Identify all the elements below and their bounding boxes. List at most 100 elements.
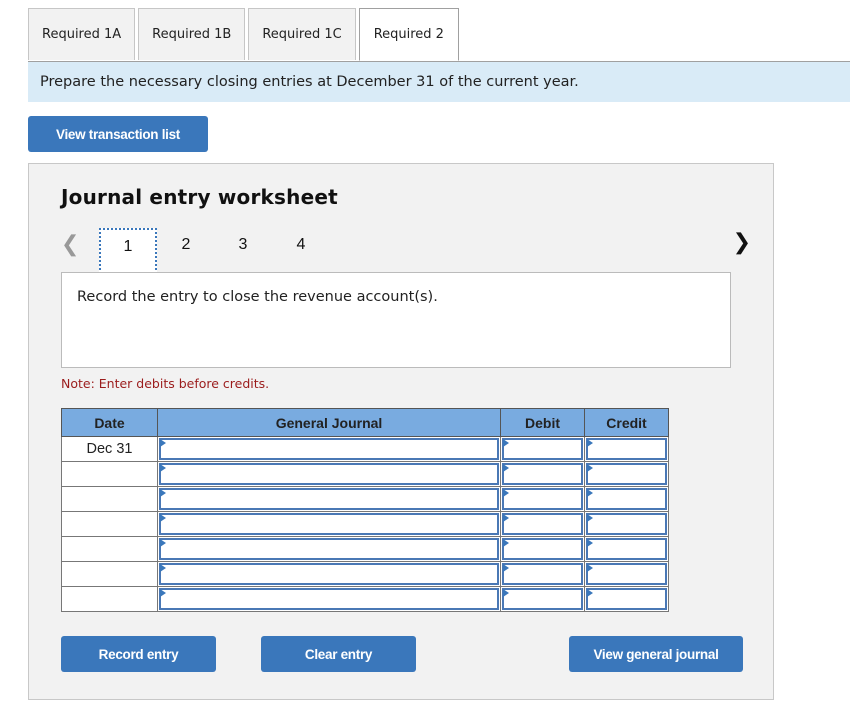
account-input[interactable] — [159, 438, 499, 460]
debit-cell — [500, 486, 585, 512]
debit-input[interactable] — [502, 438, 583, 460]
debit-input[interactable] — [502, 488, 583, 510]
debit-cell — [500, 561, 585, 587]
credit-input[interactable] — [586, 488, 667, 510]
debit-cell — [500, 511, 585, 537]
record-entry-button[interactable]: Record entry — [61, 636, 216, 672]
account-input[interactable] — [159, 588, 499, 610]
credit-cell — [584, 461, 669, 487]
credit-cell — [584, 436, 669, 462]
account-cell — [157, 486, 501, 512]
view-general-journal-button[interactable]: View general journal — [569, 636, 743, 672]
instruction-text: Prepare the necessary closing entries at… — [40, 74, 579, 90]
credit-input[interactable] — [586, 563, 667, 585]
account-input[interactable] — [159, 463, 499, 485]
account-cell — [157, 586, 501, 612]
dropdown-marker-icon — [160, 464, 166, 472]
instruction-banner: Prepare the necessary closing entries at… — [28, 62, 850, 102]
page-4[interactable]: 4 — [272, 228, 330, 274]
tab-required-2[interactable]: Required 2 — [358, 8, 459, 61]
tab-required-1a[interactable]: Required 1A — [28, 8, 136, 60]
dropdown-marker-icon — [587, 464, 593, 472]
dropdown-marker-icon — [503, 539, 509, 547]
date-cell: Dec 31 — [61, 436, 158, 462]
date-cell — [61, 486, 158, 512]
tab-required-1b[interactable]: Required 1B — [138, 8, 246, 60]
credit-input[interactable] — [586, 538, 667, 560]
dropdown-marker-icon — [160, 564, 166, 572]
credit-cell — [584, 486, 669, 512]
account-cell — [157, 536, 501, 562]
worksheet-title: Journal entry worksheet — [61, 185, 338, 209]
journal-table: Date General Journal Debit Credit Dec 31 — [61, 408, 669, 612]
page-2[interactable]: 2 — [157, 228, 215, 274]
journal-row — [61, 486, 669, 512]
dropdown-marker-icon — [503, 439, 509, 447]
credit-cell — [584, 536, 669, 562]
debit-input[interactable] — [502, 563, 583, 585]
view-transaction-list-button[interactable]: View transaction list — [28, 116, 208, 152]
entry-prompt: Record the entry to close the revenue ac… — [61, 272, 731, 368]
debit-input[interactable] — [502, 463, 583, 485]
journal-row — [61, 536, 669, 562]
dropdown-marker-icon — [503, 464, 509, 472]
dropdown-marker-icon — [587, 514, 593, 522]
page-1[interactable]: 1 — [99, 228, 157, 274]
account-cell — [157, 561, 501, 587]
journal-row: Dec 31 — [61, 436, 669, 462]
entry-prompt-text: Record the entry to close the revenue ac… — [77, 289, 438, 305]
chevron-left-icon[interactable]: ❮ — [61, 232, 79, 257]
chevron-right-icon[interactable]: ❯ — [733, 230, 751, 255]
dropdown-marker-icon — [160, 589, 166, 597]
header-general-journal: General Journal — [157, 408, 501, 437]
journal-row — [61, 461, 669, 487]
tab-required-1c[interactable]: Required 1C — [248, 8, 356, 60]
dropdown-marker-icon — [160, 514, 166, 522]
header-debit: Debit — [500, 408, 585, 437]
debit-input[interactable] — [502, 513, 583, 535]
account-input[interactable] — [159, 538, 499, 560]
dropdown-marker-icon — [503, 589, 509, 597]
debit-input[interactable] — [502, 588, 583, 610]
date-cell — [61, 536, 158, 562]
account-input[interactable] — [159, 563, 499, 585]
date-cell — [61, 561, 158, 587]
dropdown-marker-icon — [503, 489, 509, 497]
credit-cell — [584, 561, 669, 587]
debit-cell — [500, 436, 585, 462]
credit-input[interactable] — [586, 513, 667, 535]
journal-row — [61, 586, 669, 612]
header-date: Date — [61, 408, 158, 437]
debit-cell — [500, 536, 585, 562]
dropdown-marker-icon — [503, 564, 509, 572]
debit-cell — [500, 461, 585, 487]
debit-input[interactable] — [502, 538, 583, 560]
date-cell — [61, 461, 158, 487]
dropdown-marker-icon — [587, 489, 593, 497]
credit-cell — [584, 586, 669, 612]
debit-cell — [500, 586, 585, 612]
dropdown-marker-icon — [160, 539, 166, 547]
dropdown-marker-icon — [587, 539, 593, 547]
account-cell — [157, 461, 501, 487]
dropdown-marker-icon — [160, 439, 166, 447]
header-credit: Credit — [584, 408, 669, 437]
journal-row — [61, 561, 669, 587]
journal-row — [61, 511, 669, 537]
tab-bar: Required 1A Required 1B Required 1C Requ… — [28, 8, 850, 62]
account-input[interactable] — [159, 513, 499, 535]
worksheet-pager: ❮ 1 2 3 4 ❯ — [61, 228, 751, 274]
account-cell — [157, 511, 501, 537]
account-input[interactable] — [159, 488, 499, 510]
credit-input[interactable] — [586, 588, 667, 610]
credit-input[interactable] — [586, 438, 667, 460]
credit-cell — [584, 511, 669, 537]
page-3[interactable]: 3 — [214, 228, 272, 274]
dropdown-marker-icon — [587, 564, 593, 572]
date-cell — [61, 586, 158, 612]
clear-entry-button[interactable]: Clear entry — [261, 636, 416, 672]
account-cell — [157, 436, 501, 462]
journal-header-row: Date General Journal Debit Credit — [61, 408, 669, 437]
credit-input[interactable] — [586, 463, 667, 485]
debit-credit-note: Note: Enter debits before credits. — [61, 376, 270, 391]
